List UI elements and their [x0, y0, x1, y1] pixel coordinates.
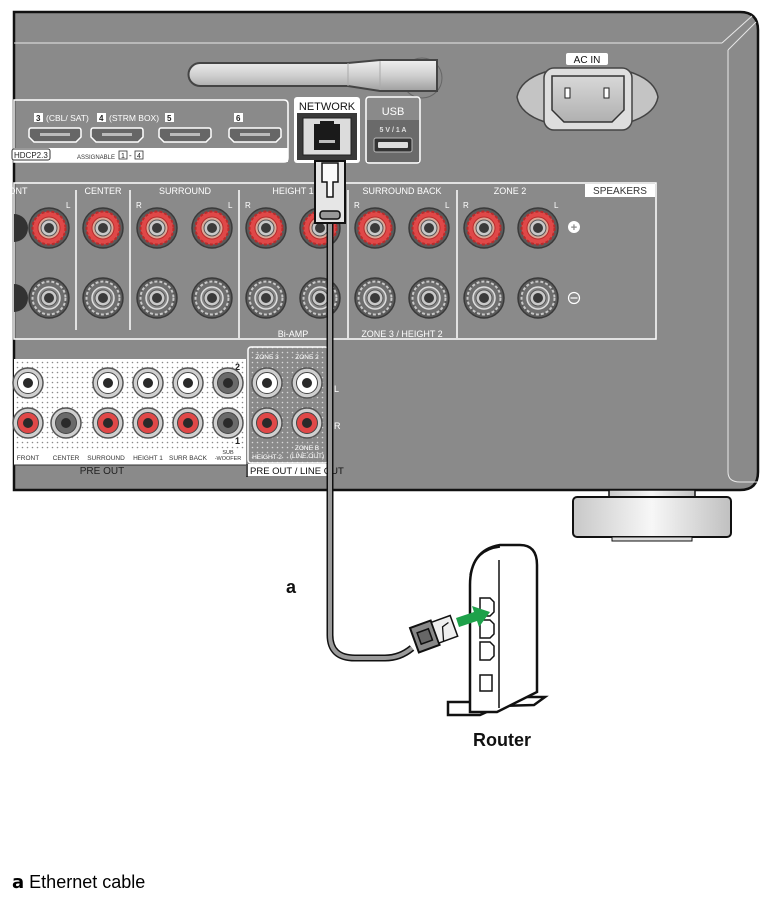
figure-caption: a Ethernet cable	[12, 872, 145, 893]
caption-text: Ethernet cable	[29, 872, 146, 892]
hdcp-label: HDCP2.3	[14, 151, 48, 160]
hdmi-port-number: 3	[36, 114, 41, 123]
caption-key: a	[12, 872, 25, 893]
speaker-channel-label: R	[136, 201, 142, 210]
speakers-label: SPEAKERS	[593, 186, 647, 197]
speaker-group-label: HEIGHT 1	[272, 186, 313, 196]
network-label: NETWORK	[299, 101, 356, 113]
speaker-channel-label: L	[66, 201, 71, 210]
zone3-label: ZONE 3	[255, 354, 279, 361]
speaker-group-label: SURROUND	[159, 186, 212, 196]
speaker-terminal-minus[interactable]	[299, 277, 341, 319]
rca-jack-red[interactable]	[12, 407, 44, 439]
pre-out-channel-label: SURR BACK	[169, 455, 208, 462]
rca-jack-gray[interactable]	[212, 407, 244, 439]
assignable-dash: -	[129, 151, 132, 160]
ac-in-label: AC IN	[574, 55, 601, 66]
hdmi-port-number: 4	[99, 114, 104, 123]
svg-text:+: +	[571, 222, 577, 234]
usb-port-icon	[378, 142, 408, 148]
rca-jack-red[interactable]	[132, 407, 164, 439]
rj45-plug-router-end-icon	[408, 614, 459, 654]
rca-jack-white[interactable]	[12, 367, 44, 399]
zone3-height2-label: ZONE 3 / HEIGHT 2	[361, 329, 442, 339]
router: Router	[446, 543, 549, 750]
network-port-section[interactable]: NETWORK	[294, 97, 360, 163]
receiver-foot	[572, 489, 732, 542]
speaker-terminal-minus[interactable]	[354, 277, 396, 319]
speaker-terminal-plus[interactable]	[28, 207, 70, 249]
router-lan-port-icon	[479, 641, 495, 661]
rca-jack-red[interactable]	[251, 407, 283, 439]
biamp-label: Bi-AMP	[278, 329, 309, 339]
speaker-terminal-plus[interactable]	[517, 207, 559, 249]
speaker-terminal-minus[interactable]	[408, 277, 450, 319]
rca-jack-white[interactable]	[132, 367, 164, 399]
speaker-terminal-minus[interactable]	[191, 277, 233, 319]
rca-jack-red[interactable]	[92, 407, 124, 439]
speaker-terminal-minus[interactable]	[463, 277, 505, 319]
usb-label: USB	[382, 106, 405, 118]
speaker-terminal-minus[interactable]	[136, 277, 178, 319]
pre-out-label: PRE OUT	[80, 466, 124, 477]
speaker-channel-label: L	[445, 201, 450, 210]
router-lan-ports	[479, 597, 495, 661]
speaker-terminal-minus[interactable]	[517, 277, 559, 319]
assignable-from: 1	[121, 153, 125, 160]
ethernet-jack-icon	[314, 121, 340, 150]
left-channel-label: L	[334, 384, 339, 394]
hdmi-port-label: (CBL/ SAT)	[46, 113, 89, 123]
speaker-group-label: SURROUND BACK	[362, 186, 441, 196]
rca-jack-red[interactable]	[172, 407, 204, 439]
rca-jack-white[interactable]	[251, 367, 283, 399]
speaker-terminal-plus[interactable]	[245, 207, 287, 249]
receiver-network-diagram: 3 (CBL/ SAT) 4 (STRM BOX) 5 6 HDCP2.3 ASSIGNA…	[2, 10, 760, 750]
usb-rating: 5 V / 1 A	[380, 127, 407, 134]
speaker-group-label: RONT	[2, 186, 28, 196]
pre-out-section: 2 1 FRONT CENTER SURROUND HEIGHT 1 SURR BACK…	[12, 359, 246, 477]
zone-b-line-out-label: ZONE B (LINE OUT)	[290, 445, 324, 460]
assignable-label: ASSIGNABLE	[77, 155, 115, 161]
speaker-terminal-plus[interactable]	[408, 207, 450, 249]
speaker-channel-label: L	[554, 201, 559, 210]
right-channel-label: R	[334, 421, 341, 431]
speaker-terminal-plus[interactable]	[354, 207, 396, 249]
speaker-group-label: CENTER	[84, 186, 122, 196]
pre-out-channel-label: SURROUND	[87, 455, 125, 462]
height2-label: HEIGHT 2	[252, 454, 282, 461]
rca-jack-white[interactable]	[172, 367, 204, 399]
speaker-terminal-minus[interactable]	[245, 277, 287, 319]
pre-out-row-1-label: 1	[235, 436, 240, 446]
speaker-terminal-plus[interactable]	[191, 207, 233, 249]
speaker-terminal-plus[interactable]	[463, 207, 505, 249]
rca-jack-gray[interactable]	[212, 367, 244, 399]
speaker-group-label: ZONE 2	[494, 186, 527, 196]
speaker-channel-label: R	[245, 201, 251, 210]
speaker-terminal-plus[interactable]	[82, 207, 124, 249]
rca-jack-white[interactable]	[92, 367, 124, 399]
pre-out-channel-label: CENTER	[53, 455, 80, 462]
pre-out-channel-label: -WOOFER	[215, 456, 242, 462]
router-label: Router	[473, 730, 531, 750]
speaker-terminal-minus[interactable]	[28, 277, 70, 319]
speaker-channel-label: R	[354, 201, 360, 210]
pre-out-channel-label: HEIGHT 1	[133, 455, 163, 462]
hdmi-port-number: 6	[236, 114, 241, 123]
hdmi-port-number: 5	[167, 114, 172, 123]
assignable-to: 4	[137, 153, 141, 160]
rca-jack-red[interactable]	[291, 407, 323, 439]
zone2-label: ZONE 2	[295, 354, 319, 361]
router-wan-port-icon	[479, 674, 493, 692]
rca-jack-white[interactable]	[291, 367, 323, 399]
hdmi-port-3[interactable]: 3 (CBL/ SAT)	[28, 113, 89, 143]
speaker-channel-label: L	[228, 201, 233, 210]
hdmi-port-label: (STRM BOX)	[109, 113, 159, 123]
rca-jack-gray[interactable]	[50, 407, 82, 439]
speaker-channel-label: R	[463, 201, 469, 210]
pre-out-channel-label: FRONT	[17, 455, 39, 462]
speaker-terminal-plus[interactable]	[136, 207, 178, 249]
speaker-terminal-minus[interactable]	[82, 277, 124, 319]
callout-a: a	[286, 577, 297, 597]
